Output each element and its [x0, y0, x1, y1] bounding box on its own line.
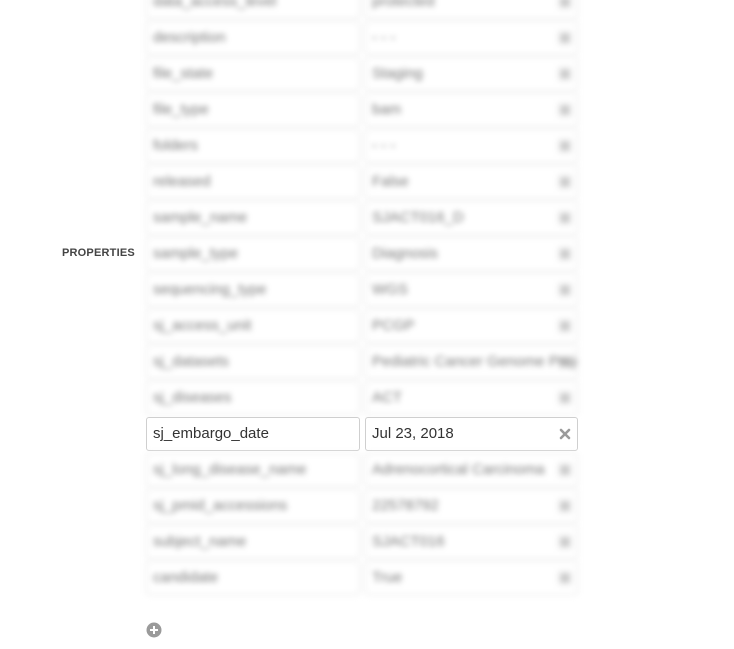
property-key-input[interactable]: folders — [146, 129, 360, 163]
property-key-input[interactable]: sample_name — [146, 201, 360, 235]
property-value-input[interactable]: - - - — [365, 129, 578, 163]
property-row: description - - - — [146, 20, 578, 56]
property-value-input[interactable]: protected — [365, 0, 578, 19]
remove-property-icon[interactable] — [558, 319, 572, 333]
property-value-text: 22578792 — [372, 497, 439, 514]
property-value-input[interactable]: ACT — [365, 381, 578, 415]
property-key-input[interactable]: sj_diseases — [146, 381, 360, 415]
property-key-input[interactable]: sj_embargo_date — [146, 417, 360, 451]
property-value-input[interactable]: SJACT016_D — [365, 201, 578, 235]
property-value-text: SJACT016 — [372, 533, 445, 550]
property-value-text: - - - — [372, 137, 396, 154]
property-row: candidate True — [146, 560, 578, 596]
property-value-input[interactable]: Staging — [365, 57, 578, 91]
property-value-text: Adrenocortical Carcinoma — [372, 461, 545, 478]
property-key-input[interactable]: sj_datasets — [146, 345, 360, 379]
remove-property-icon[interactable] — [558, 211, 572, 225]
property-key-input[interactable]: subject_name — [146, 525, 360, 559]
remove-property-icon[interactable] — [558, 139, 572, 153]
property-row: sj_long_disease_name Adrenocortical Carci… — [146, 452, 578, 488]
property-value-text: PCGP — [372, 317, 415, 334]
remove-property-icon[interactable] — [558, 391, 572, 405]
property-row: sj_pmid_accessions 22578792 — [146, 488, 578, 524]
remove-property-icon[interactable] — [558, 31, 572, 45]
property-key-input[interactable]: sample_type — [146, 237, 360, 271]
property-value-input[interactable]: - - - — [365, 21, 578, 55]
property-value-text: False — [372, 173, 409, 190]
property-row: sample_name SJACT016_D — [146, 200, 578, 236]
property-value-text: True — [372, 569, 403, 586]
remove-property-icon[interactable] — [558, 0, 572, 9]
properties-list: data_access_level protected description - -… — [146, 0, 578, 596]
property-row: folders - - - — [146, 128, 578, 164]
property-value-text: bam — [372, 101, 402, 118]
property-value-input[interactable]: bam — [365, 93, 578, 127]
property-key-input[interactable]: sj_pmid_accessions — [146, 489, 360, 523]
remove-property-icon[interactable] — [558, 103, 572, 117]
property-value-input[interactable]: Adrenocortical Carcinoma — [365, 453, 578, 487]
remove-property-icon[interactable] — [558, 427, 572, 441]
property-value-text: Pediatric Cancer Genome Project — [372, 353, 578, 370]
property-key-input[interactable]: sj_access_unit — [146, 309, 360, 343]
property-key-input[interactable]: file_type — [146, 93, 360, 127]
property-row: sj_diseases ACT — [146, 380, 578, 416]
remove-property-icon[interactable] — [558, 247, 572, 261]
property-value-text: WGS — [372, 281, 408, 298]
remove-property-icon[interactable] — [558, 499, 572, 513]
property-value-input[interactable]: PCGP — [365, 309, 578, 343]
property-row: sj_embargo_date Jul 23, 2018 — [146, 416, 578, 452]
property-row: sj_access_unit PCGP — [146, 308, 578, 344]
property-value-text: Staging — [372, 65, 423, 82]
property-value-text: SJACT016_D — [372, 209, 464, 226]
properties-section-label: PROPERTIES — [62, 247, 135, 259]
property-value-input[interactable]: False — [365, 165, 578, 199]
property-value-text: ACT — [372, 389, 402, 406]
property-value-text: Jul 23, 2018 — [372, 425, 454, 442]
property-key-input[interactable]: released — [146, 165, 360, 199]
remove-property-icon[interactable] — [558, 571, 572, 585]
property-value-input[interactable]: SJACT016 — [365, 525, 578, 559]
property-value-text: - - - — [372, 29, 396, 46]
property-value-input[interactable]: Diagnosis — [365, 237, 578, 271]
property-key-input[interactable]: sj_long_disease_name — [146, 453, 360, 487]
remove-property-icon[interactable] — [558, 355, 572, 369]
property-value-input[interactable]: WGS — [365, 273, 578, 307]
property-row: subject_name SJACT016 — [146, 524, 578, 560]
property-value-text: protected — [372, 0, 435, 10]
property-row: sample_type Diagnosis — [146, 236, 578, 272]
property-key-input[interactable]: candidate — [146, 561, 360, 595]
property-value-input[interactable]: 22578792 — [365, 489, 578, 523]
property-value-input[interactable]: Pediatric Cancer Genome Project — [365, 345, 578, 379]
property-row: file_state Staging — [146, 56, 578, 92]
remove-property-icon[interactable] — [558, 67, 572, 81]
property-row: sequencing_type WGS — [146, 272, 578, 308]
property-key-input[interactable]: data_access_level — [146, 0, 360, 19]
property-value-input[interactable]: True — [365, 561, 578, 595]
remove-property-icon[interactable] — [558, 463, 572, 477]
remove-property-icon[interactable] — [558, 175, 572, 189]
remove-property-icon[interactable] — [558, 535, 572, 549]
property-value-text: Diagnosis — [372, 245, 438, 262]
property-row: sj_datasets Pediatric Cancer Genome Proje… — [146, 344, 578, 380]
property-row: released False — [146, 164, 578, 200]
property-value-input[interactable]: Jul 23, 2018 — [365, 417, 578, 451]
add-property-icon[interactable] — [146, 622, 162, 638]
property-row: data_access_level protected — [146, 0, 578, 20]
property-key-input[interactable]: sequencing_type — [146, 273, 360, 307]
property-key-input[interactable]: file_state — [146, 57, 360, 91]
property-row: file_type bam — [146, 92, 578, 128]
remove-property-icon[interactable] — [558, 283, 572, 297]
property-key-input[interactable]: description — [146, 21, 360, 55]
